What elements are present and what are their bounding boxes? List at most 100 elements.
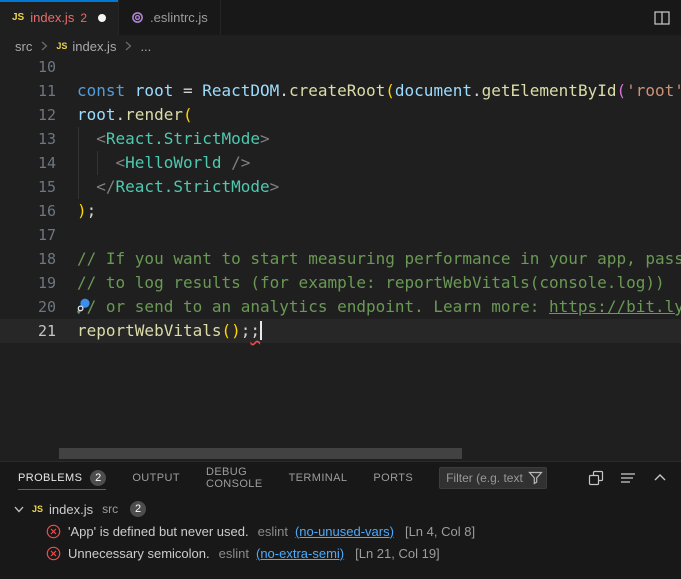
view-as-table-icon[interactable] xyxy=(585,467,607,489)
panel-actions xyxy=(585,467,671,489)
code-line-content[interactable]: ); xyxy=(77,199,681,223)
code-editor[interactable]: 1011const root = ReactDOM.createRoot(doc… xyxy=(0,57,681,461)
code-token xyxy=(222,153,232,172)
breadcrumb-label: index.js xyxy=(72,39,116,54)
code-line-15: 15 </React.StrictMode> xyxy=(0,175,681,199)
code-line-content[interactable] xyxy=(77,223,681,247)
line-number[interactable]: 21 xyxy=(0,319,56,343)
horizontal-scrollbar[interactable] xyxy=(59,448,462,459)
panel-tab-badge: 2 xyxy=(90,470,106,486)
code-line-12: 12 root.render( xyxy=(0,103,681,127)
chevron-down-icon xyxy=(12,502,26,516)
line-number[interactable]: 18 xyxy=(0,247,56,271)
code-token: ; xyxy=(241,321,251,340)
problem-rule-link[interactable]: (no-extra-semi) xyxy=(256,546,344,561)
panel-tab-bar: PROBLEMS2 OUTPUT DEBUG CONSOLE TERMINAL PORT… xyxy=(0,462,681,493)
code-token: ; xyxy=(250,321,260,340)
problem-source: eslint xyxy=(258,524,288,539)
tab-label: .eslintrc.js xyxy=(150,10,208,25)
code-line-21: 21 reportWebVitals();; xyxy=(0,319,681,343)
line-number[interactable]: 15 xyxy=(0,175,56,199)
problem-row[interactable]: Unnecessary semicolon.eslint(no-extra-se… xyxy=(0,542,681,564)
code-token: ( xyxy=(616,81,626,100)
code-token xyxy=(77,177,96,196)
problem-location: [Ln 21, Col 19] xyxy=(355,546,440,561)
code-line-19: 19 // to log results (for example: report… xyxy=(0,271,681,295)
line-number[interactable]: 17 xyxy=(0,223,56,247)
code-token: < xyxy=(96,129,106,148)
error-icon xyxy=(46,524,61,539)
code-line-content[interactable]: <React.StrictMode> xyxy=(77,127,681,151)
problem-rule-link[interactable]: (no-unused-vars) xyxy=(295,524,394,539)
code-line-content[interactable]: // If you want to start measuring perfor… xyxy=(77,247,681,271)
code-token: render xyxy=(125,105,183,124)
code-line-content[interactable]: // to log results (for example: reportWe… xyxy=(77,271,681,295)
code-token: document xyxy=(395,81,472,100)
text-cursor xyxy=(260,321,262,340)
code-line-content[interactable]: <HelloWorld /> xyxy=(77,151,681,175)
code-line-content[interactable]: const root = ReactDOM.createRoot(documen… xyxy=(77,79,681,103)
problem-message: Unnecessary semicolon. xyxy=(68,546,210,561)
code-line-content[interactable]: reportWebVitals();; xyxy=(77,319,681,343)
indent-guide xyxy=(97,151,98,175)
line-number[interactable]: 19 xyxy=(0,271,56,295)
code-token: createRoot xyxy=(289,81,385,100)
modified-dot[interactable] xyxy=(98,14,106,22)
code-line-content[interactable] xyxy=(77,57,681,79)
line-number[interactable]: 14 xyxy=(0,151,56,175)
problem-row[interactable]: 'App' is defined but never used.eslint(n… xyxy=(0,520,681,542)
breadcrumb-item-index.js[interactable]: JS index.js xyxy=(56,39,116,54)
code-token: root xyxy=(77,105,116,124)
code-line-content[interactable]: // or send to an analytics endpoint. Lea… xyxy=(77,295,681,319)
editor-tab-index.js[interactable]: JSindex.js2 xyxy=(0,0,119,35)
panel-tab-debug-console[interactable]: DEBUG CONSOLE xyxy=(206,462,263,493)
code-token: > xyxy=(260,129,270,148)
panel-tab-label: TERMINAL xyxy=(289,472,348,484)
panel-tab-ports[interactable]: PORTS xyxy=(373,462,413,493)
line-number[interactable]: 11 xyxy=(0,79,56,103)
split-editor-icon[interactable] xyxy=(651,7,673,29)
bottom-panel: PROBLEMS2 OUTPUT DEBUG CONSOLE TERMINAL PORT… xyxy=(0,461,681,579)
breadcrumb: src JS index.js... xyxy=(0,35,681,57)
code-token xyxy=(77,129,96,148)
line-number[interactable]: 12 xyxy=(0,103,56,127)
code-token: ( xyxy=(183,105,193,124)
breadcrumb-item-src[interactable]: src xyxy=(15,39,32,54)
line-number[interactable]: 16 xyxy=(0,199,56,223)
code-token: ) xyxy=(77,201,87,220)
problems-view: JS index.js src 2 'App' is defined but n… xyxy=(0,493,681,564)
code-token: ; xyxy=(87,201,97,220)
code-line-content[interactable]: root.render( xyxy=(77,103,681,127)
breadcrumb-label: src xyxy=(15,39,32,54)
js-icon: JS xyxy=(56,41,67,51)
chevron-up-icon[interactable] xyxy=(649,467,671,489)
panel-tab-problems[interactable]: PROBLEMS2 xyxy=(18,462,106,493)
code-line-20: 20 // or send to an analytics endpoint. L… xyxy=(0,295,681,319)
line-number[interactable]: 10 xyxy=(0,57,56,79)
editor-tab-.eslintrc.js[interactable]: .eslintrc.js xyxy=(119,0,221,35)
code-token: < xyxy=(116,153,126,172)
code-line-content[interactable]: </React.StrictMode> xyxy=(77,175,681,199)
problems-file-name: index.js xyxy=(49,502,93,517)
filter-funnel-icon xyxy=(528,470,543,490)
panel-tab-output[interactable]: OUTPUT xyxy=(132,462,180,493)
problems-count-badge: 2 xyxy=(130,501,146,517)
breadcrumb-item-...[interactable]: ... xyxy=(140,39,151,54)
panel-tab-terminal[interactable]: TERMINAL xyxy=(289,462,348,493)
code-token: const xyxy=(77,81,135,100)
code-line-18: 18 // If you want to start measuring perf… xyxy=(0,247,681,271)
menu-lines-icon[interactable] xyxy=(617,467,639,489)
line-number[interactable]: 20 xyxy=(0,295,56,319)
code-token: . xyxy=(279,81,289,100)
panel-tab-label: OUTPUT xyxy=(132,472,180,484)
code-token: > xyxy=(270,177,280,196)
panel-tab-label: PORTS xyxy=(373,472,413,484)
code-token: React.StrictMode xyxy=(116,177,270,196)
code-line-14: 14 <HelloWorld /> xyxy=(0,151,681,175)
js-icon: JS xyxy=(32,504,43,514)
line-number[interactable]: 13 xyxy=(0,127,56,151)
code-token: React.StrictMode xyxy=(106,129,260,148)
tab-error-count: 2 xyxy=(80,11,87,25)
code-token: /> xyxy=(231,153,250,172)
problems-file-group[interactable]: JS index.js src 2 xyxy=(0,498,681,520)
